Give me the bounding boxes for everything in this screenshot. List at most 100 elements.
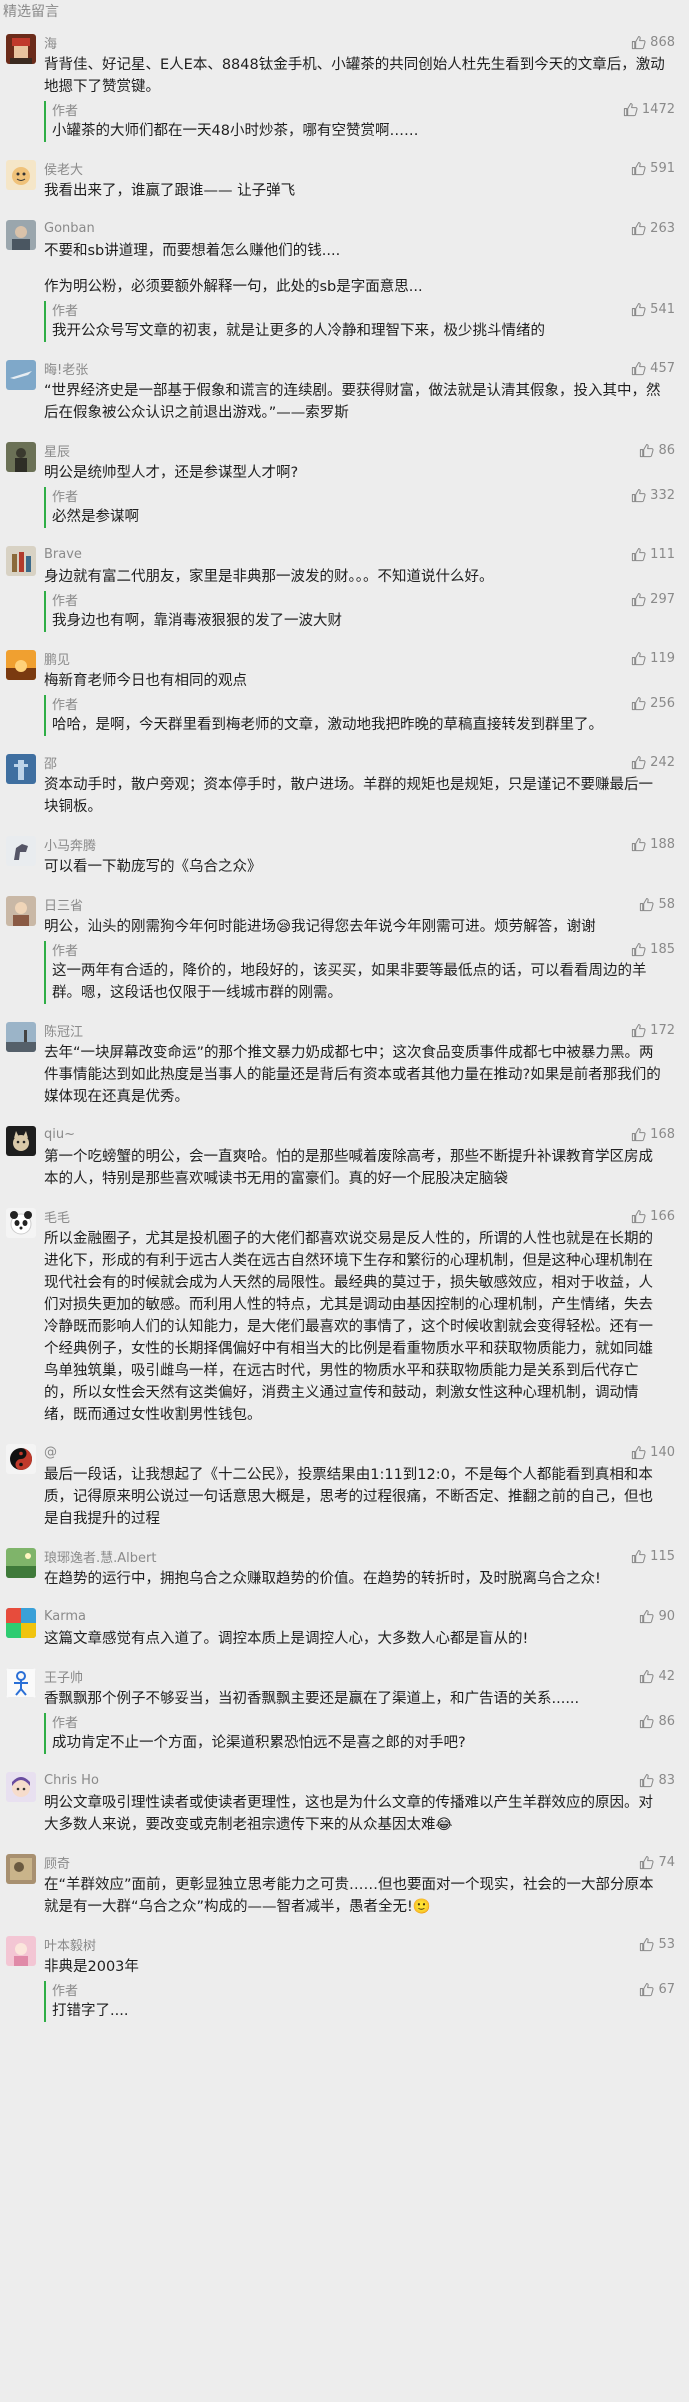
comment-nickname[interactable]: qiu~ <box>44 1127 75 1142</box>
avatar-bottles[interactable] <box>6 546 36 576</box>
comment-nickname[interactable]: 邵 <box>44 753 57 772</box>
like-count: 166 <box>650 1209 675 1224</box>
reply-like-button[interactable]: 185 <box>631 942 675 957</box>
thumb-up-icon[interactable] <box>639 1937 655 1952</box>
thumb-up-icon[interactable] <box>631 592 646 607</box>
reply-like-button[interactable]: 256 <box>631 696 675 711</box>
thumb-up-icon[interactable] <box>631 1549 646 1564</box>
thumb-up-icon[interactable] <box>631 35 646 50</box>
comment-nickname[interactable]: Chris Ho <box>44 1773 99 1788</box>
like-button[interactable]: 168 <box>631 1127 675 1142</box>
like-button[interactable]: 140 <box>631 1445 675 1460</box>
comment-nickname[interactable]: Brave <box>44 547 82 562</box>
comment-nickname[interactable]: 小马奔腾 <box>44 835 96 854</box>
avatar-anime[interactable] <box>6 1772 36 1802</box>
comment-nickname[interactable]: Gonban <box>44 221 95 236</box>
thumb-up-icon[interactable] <box>639 1714 655 1729</box>
comment-nickname[interactable]: 鹏见 <box>44 649 70 668</box>
thumb-up-icon[interactable] <box>631 488 646 503</box>
avatar-sky[interactable] <box>6 1022 36 1052</box>
thumb-up-icon[interactable] <box>639 443 655 458</box>
thumb-up-icon[interactable] <box>631 221 646 236</box>
avatar-dark-figure[interactable] <box>6 442 36 472</box>
comment-nickname[interactable]: Karma <box>44 1609 86 1624</box>
like-button[interactable]: 74 <box>639 1855 675 1870</box>
comment-nickname[interactable]: @ <box>44 1445 57 1460</box>
avatar-cat[interactable] <box>6 1126 36 1156</box>
like-button[interactable]: 263 <box>631 221 675 236</box>
like-button[interactable]: 172 <box>631 1023 675 1038</box>
comment-nickname[interactable]: 陈冠江 <box>44 1021 83 1040</box>
reply-like-button[interactable]: 67 <box>639 1982 675 1997</box>
like-button[interactable]: 53 <box>639 1937 675 1952</box>
comment-nickname[interactable]: 王子帅 <box>44 1667 83 1686</box>
avatar-cartoon[interactable] <box>6 160 36 190</box>
like-button[interactable]: 868 <box>631 35 675 50</box>
like-button[interactable]: 42 <box>639 1669 675 1684</box>
avatar-sunset[interactable] <box>6 650 36 680</box>
avatar-person[interactable] <box>6 896 36 926</box>
thumb-up-icon[interactable] <box>631 696 646 711</box>
thumb-up-icon[interactable] <box>631 361 646 376</box>
thumb-up-icon[interactable] <box>631 1445 646 1460</box>
comment-nickname[interactable]: 日三省 <box>44 895 83 914</box>
avatar-pink[interactable] <box>6 1936 36 1966</box>
thumb-up-icon[interactable] <box>631 837 646 852</box>
comment-nickname[interactable]: 叶本毅树 <box>44 1935 96 1954</box>
avatar-red-cap[interactable] <box>6 34 36 64</box>
avatar-stick-figure[interactable] <box>6 1668 36 1698</box>
thumb-up-icon[interactable] <box>631 651 646 666</box>
reply-like-button[interactable]: 297 <box>631 592 675 607</box>
thumb-up-icon[interactable] <box>639 1855 655 1870</box>
like-button[interactable]: 166 <box>631 1209 675 1224</box>
thumb-up-icon[interactable] <box>639 1982 655 1997</box>
like-button[interactable]: 83 <box>639 1773 675 1788</box>
reply-like-button[interactable]: 86 <box>639 1714 675 1729</box>
like-button[interactable]: 58 <box>639 897 675 912</box>
like-button[interactable]: 591 <box>631 161 675 176</box>
comment-text: 梅新育老师今日也有相同的观点 <box>44 670 667 692</box>
avatar-panda[interactable] <box>6 1208 36 1238</box>
thumb-up-icon[interactable] <box>623 102 638 117</box>
thumb-up-icon[interactable] <box>639 1609 655 1624</box>
reply-like-button[interactable]: 332 <box>631 488 675 503</box>
avatar-photo[interactable] <box>6 220 36 250</box>
thumb-up-icon[interactable] <box>631 942 646 957</box>
thumb-up-icon[interactable] <box>631 1023 646 1038</box>
avatar-colorful[interactable] <box>6 1608 36 1638</box>
avatar-green-landscape[interactable] <box>6 1548 36 1578</box>
like-count: 53 <box>658 1937 675 1952</box>
like-button[interactable]: 90 <box>639 1609 675 1624</box>
thumb-up-icon[interactable] <box>631 755 646 770</box>
thumb-up-icon[interactable] <box>631 1127 646 1142</box>
reply-like-count: 185 <box>650 942 675 957</box>
comment-nickname[interactable]: 晦!老张 <box>44 359 88 378</box>
thumb-up-icon[interactable] <box>631 1209 646 1224</box>
reply-like-button[interactable]: 1472 <box>623 102 675 117</box>
like-button[interactable]: 242 <box>631 755 675 770</box>
like-button[interactable]: 86 <box>639 443 675 458</box>
like-button[interactable]: 119 <box>631 651 675 666</box>
avatar-blue-figure[interactable] <box>6 754 36 784</box>
avatar-blue-plane[interactable] <box>6 360 36 390</box>
like-button[interactable]: 457 <box>631 361 675 376</box>
avatar-horse[interactable] <box>6 836 36 866</box>
reply-like-button[interactable]: 541 <box>631 302 675 317</box>
comment-nickname[interactable]: 侯老大 <box>44 159 83 178</box>
comment-nickname[interactable]: 琅琊逸者.慧.Albert <box>44 1547 156 1566</box>
thumb-up-icon[interactable] <box>631 161 646 176</box>
comment-nickname[interactable]: 海 <box>44 33 57 52</box>
like-button[interactable]: 115 <box>631 1549 675 1564</box>
thumb-up-icon[interactable] <box>639 1669 655 1684</box>
like-button[interactable]: 188 <box>631 837 675 852</box>
thumb-up-icon[interactable] <box>631 547 646 562</box>
like-button[interactable]: 111 <box>631 547 675 562</box>
comment-nickname[interactable]: 顾奇 <box>44 1853 70 1872</box>
comment-nickname[interactable]: 毛毛 <box>44 1207 70 1226</box>
thumb-up-icon[interactable] <box>639 897 655 912</box>
thumb-up-icon[interactable] <box>639 1773 655 1788</box>
avatar-painting[interactable] <box>6 1854 36 1884</box>
comment-nickname[interactable]: 星辰 <box>44 441 70 460</box>
avatar-yinyang[interactable] <box>6 1444 36 1474</box>
thumb-up-icon[interactable] <box>631 302 646 317</box>
